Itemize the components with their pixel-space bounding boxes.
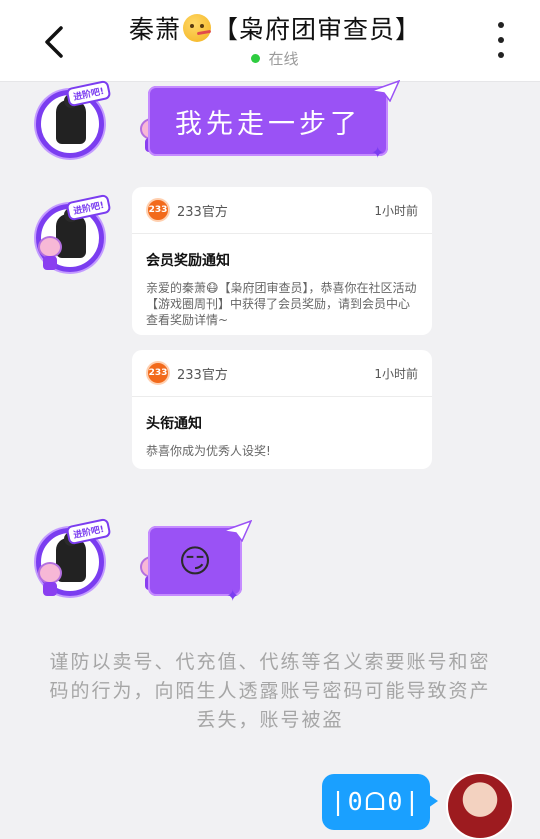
- sparkle-icon: ✦: [371, 143, 385, 162]
- back-button[interactable]: [34, 22, 74, 62]
- card-header: 233 233官方 1小时前: [132, 350, 432, 397]
- card-time: 1小时前: [374, 366, 418, 381]
- card-sender: 233 233官方: [146, 361, 228, 385]
- more-dot-icon: [498, 52, 504, 58]
- paper-plane-icon: [370, 80, 400, 102]
- sent-message-bubble[interactable]: |0ᗝ0|: [322, 774, 438, 830]
- more-dot-icon: [498, 37, 504, 43]
- card-title: 头衔通知: [146, 416, 202, 432]
- sticker-text: 我先走一步了: [175, 108, 361, 140]
- official-233-icon: 233: [146, 198, 170, 222]
- self-avatar[interactable]: [446, 772, 514, 839]
- more-options-button[interactable]: [488, 22, 514, 58]
- paper-plane-icon: [222, 520, 252, 542]
- sender-name: 233官方: [177, 204, 228, 220]
- card-title: 会员奖励通知: [146, 253, 230, 269]
- chat-title: 秦萧 【枭府团审查员】: [129, 10, 421, 46]
- online-status: 在线: [251, 48, 299, 69]
- chat-header: 秦萧 【枭府团审查员】 在线: [0, 0, 540, 82]
- chevron-left-icon: [45, 26, 63, 58]
- contact-name: 秦萧: [128, 15, 181, 44]
- card-sender: 233 233官方: [146, 198, 228, 222]
- official-233-icon: 233: [146, 361, 170, 385]
- avatar-figure: [56, 94, 86, 144]
- sender-name: 233官方: [177, 367, 228, 383]
- card-body: 亲爱的秦萧😷【枭府团审查员】，恭喜你在社区活动【游戏圈周刊】中获得了会员奖励，请…: [146, 281, 417, 327]
- sick-face-icon: [183, 14, 211, 42]
- official-notice-card[interactable]: 233 233官方 1小时前 头衔通知 恭喜你成为优秀人设奖!: [132, 350, 432, 469]
- chibi-body: [43, 582, 57, 596]
- sticker-message[interactable]: 我先走一步了: [148, 86, 388, 156]
- avatar-tag: 进阶吧!: [65, 193, 112, 222]
- avatar-tag: 进阶吧!: [65, 79, 112, 108]
- chat-title-block: 秦萧 【枭府团审查员】 在线: [90, 10, 460, 69]
- card-body: 恭喜你成为优秀人设奖!: [146, 444, 271, 458]
- security-warning: 谨防以卖号、代充值、代练等名义索要账号和密码的行为，向陌生人透露账号密码可能导致…: [49, 651, 491, 731]
- card-time: 1小时前: [374, 203, 418, 218]
- status-label: 在线: [268, 50, 299, 68]
- official-notice-card[interactable]: 233 233官方 1小时前 会员奖励通知 亲爱的秦萧😷【枭府团审查员】，恭喜你…: [132, 187, 432, 335]
- contact-avatar[interactable]: 进阶吧!: [30, 79, 112, 168]
- chibi-decoration: [36, 562, 64, 596]
- contact-title: 【枭府团审查员】: [213, 15, 422, 44]
- online-dot-icon: [251, 54, 261, 63]
- chibi-head: [38, 236, 62, 258]
- card-header: 233 233官方 1小时前: [132, 187, 432, 234]
- avatar-tag: 进阶吧!: [65, 517, 112, 546]
- sparkle-icon: ✦: [226, 586, 240, 605]
- chibi-head: [38, 562, 62, 584]
- chibi-body: [43, 256, 57, 270]
- more-dot-icon: [498, 22, 504, 28]
- chibi-decoration: [36, 236, 64, 270]
